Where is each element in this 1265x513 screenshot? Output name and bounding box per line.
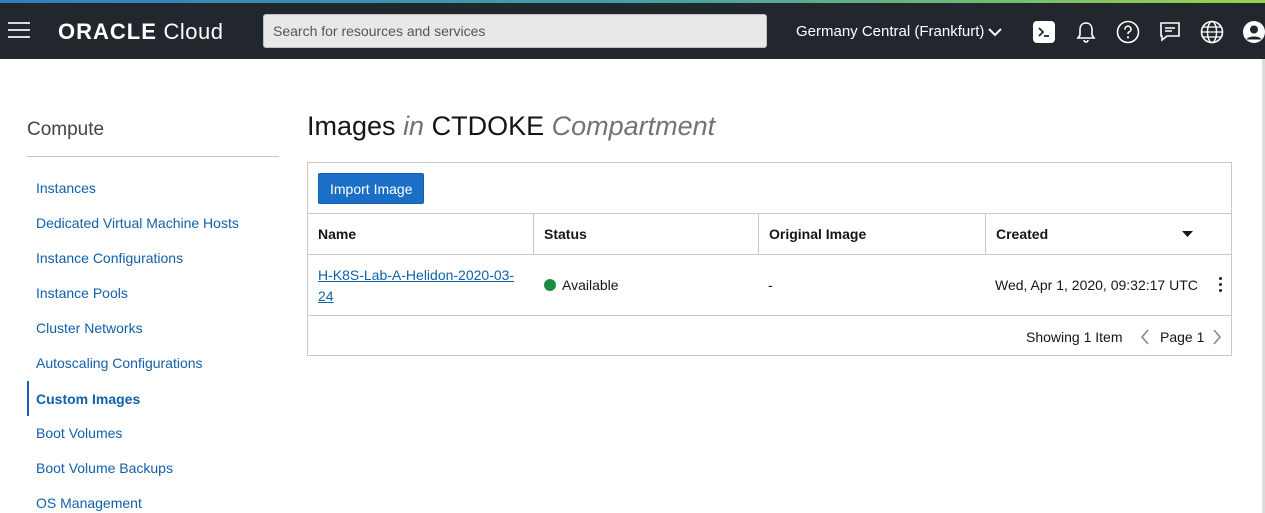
column-header-created[interactable]: Created: [986, 214, 1231, 254]
row-actions-kebab-icon[interactable]: [1216, 277, 1224, 295]
image-original-image-cell: -: [768, 277, 773, 293]
region-selector[interactable]: Germany Central (Frankfurt): [796, 23, 1003, 40]
sidebar-item-os-management[interactable]: OS Management: [36, 495, 142, 511]
table-row: H-K8S-Lab-A-Helidon-2020-03-24 Available…: [308, 255, 1231, 316]
column-header-name[interactable]: Name: [308, 214, 534, 254]
column-header-status[interactable]: Status: [534, 214, 759, 254]
pagination-prev-icon[interactable]: [1140, 329, 1150, 345]
chevron-down-icon: [988, 28, 1003, 37]
status-available-icon: [544, 279, 556, 291]
page-title-resource: Images: [307, 111, 396, 141]
sidebar-item-autoscaling-configurations[interactable]: Autoscaling Configurations: [36, 355, 203, 371]
pagination-page: Page 1: [1160, 329, 1205, 345]
pagination-count: Showing 1 Item: [1026, 329, 1123, 345]
pagination-next-icon[interactable]: [1212, 329, 1222, 345]
page-title-in: in: [403, 111, 425, 141]
column-header-original-image[interactable]: Original Image: [759, 214, 986, 254]
language-globe-icon[interactable]: [1200, 20, 1224, 44]
cloud-shell-icon[interactable]: [1032, 20, 1056, 44]
page-title-compartment: CTDOKE: [431, 111, 545, 141]
search-input[interactable]: [263, 14, 767, 48]
sidebar-item-custom-images[interactable]: Custom Images: [36, 391, 140, 407]
sort-descending-icon[interactable]: [1182, 231, 1193, 237]
user-profile-icon[interactable]: [1242, 20, 1265, 44]
sidebar-item-instances[interactable]: Instances: [36, 180, 96, 196]
sidebar-divider: [27, 156, 279, 157]
image-status-text: Available: [562, 277, 619, 293]
images-table-panel: Import Image Name Status Original Image …: [307, 162, 1232, 356]
sidebar-item-boot-volume-backups[interactable]: Boot Volume Backups: [36, 460, 173, 476]
help-icon[interactable]: [1116, 20, 1140, 44]
sidebar-item-boot-volumes[interactable]: Boot Volumes: [36, 425, 122, 441]
sidebar-title: Compute: [27, 119, 105, 140]
sidebar-item-instance-pools[interactable]: Instance Pools: [36, 285, 128, 301]
hamburger-menu-icon[interactable]: [8, 22, 30, 40]
image-status-cell: Available: [544, 277, 619, 293]
top-navigation-bar: ORACLE Cloud Germany Central (Frankfurt): [0, 3, 1265, 59]
image-name-cell: H-K8S-Lab-A-Helidon-2020-03-24: [318, 265, 528, 307]
import-image-button[interactable]: Import Image: [318, 173, 425, 204]
table-header: Name Status Original Image Created: [308, 213, 1231, 255]
image-created-cell: Wed, Apr 1, 2020, 09:32:17 UTC: [995, 277, 1198, 293]
sidebar-item-dedicated-vm-hosts[interactable]: Dedicated Virtual Machine Hosts: [36, 215, 239, 231]
region-label: Germany Central (Frankfurt): [796, 23, 985, 40]
column-header-created-label: Created: [996, 226, 1049, 242]
page-title: Images in CTDOKE Compartment: [307, 111, 715, 142]
sidebar-active-indicator: [27, 381, 29, 416]
notifications-bell-icon[interactable]: [1074, 20, 1098, 44]
oracle-cloud-logo[interactable]: ORACLE Cloud: [58, 19, 224, 45]
sidebar-item-instance-configurations[interactable]: Instance Configurations: [36, 250, 183, 266]
feedback-chat-icon[interactable]: [1158, 20, 1182, 44]
sidebar-item-cluster-networks[interactable]: Cluster Networks: [36, 320, 143, 336]
page-title-suffix: Compartment: [551, 111, 716, 141]
image-name-link[interactable]: H-K8S-Lab-A-Helidon-2020-03-24: [318, 267, 514, 304]
